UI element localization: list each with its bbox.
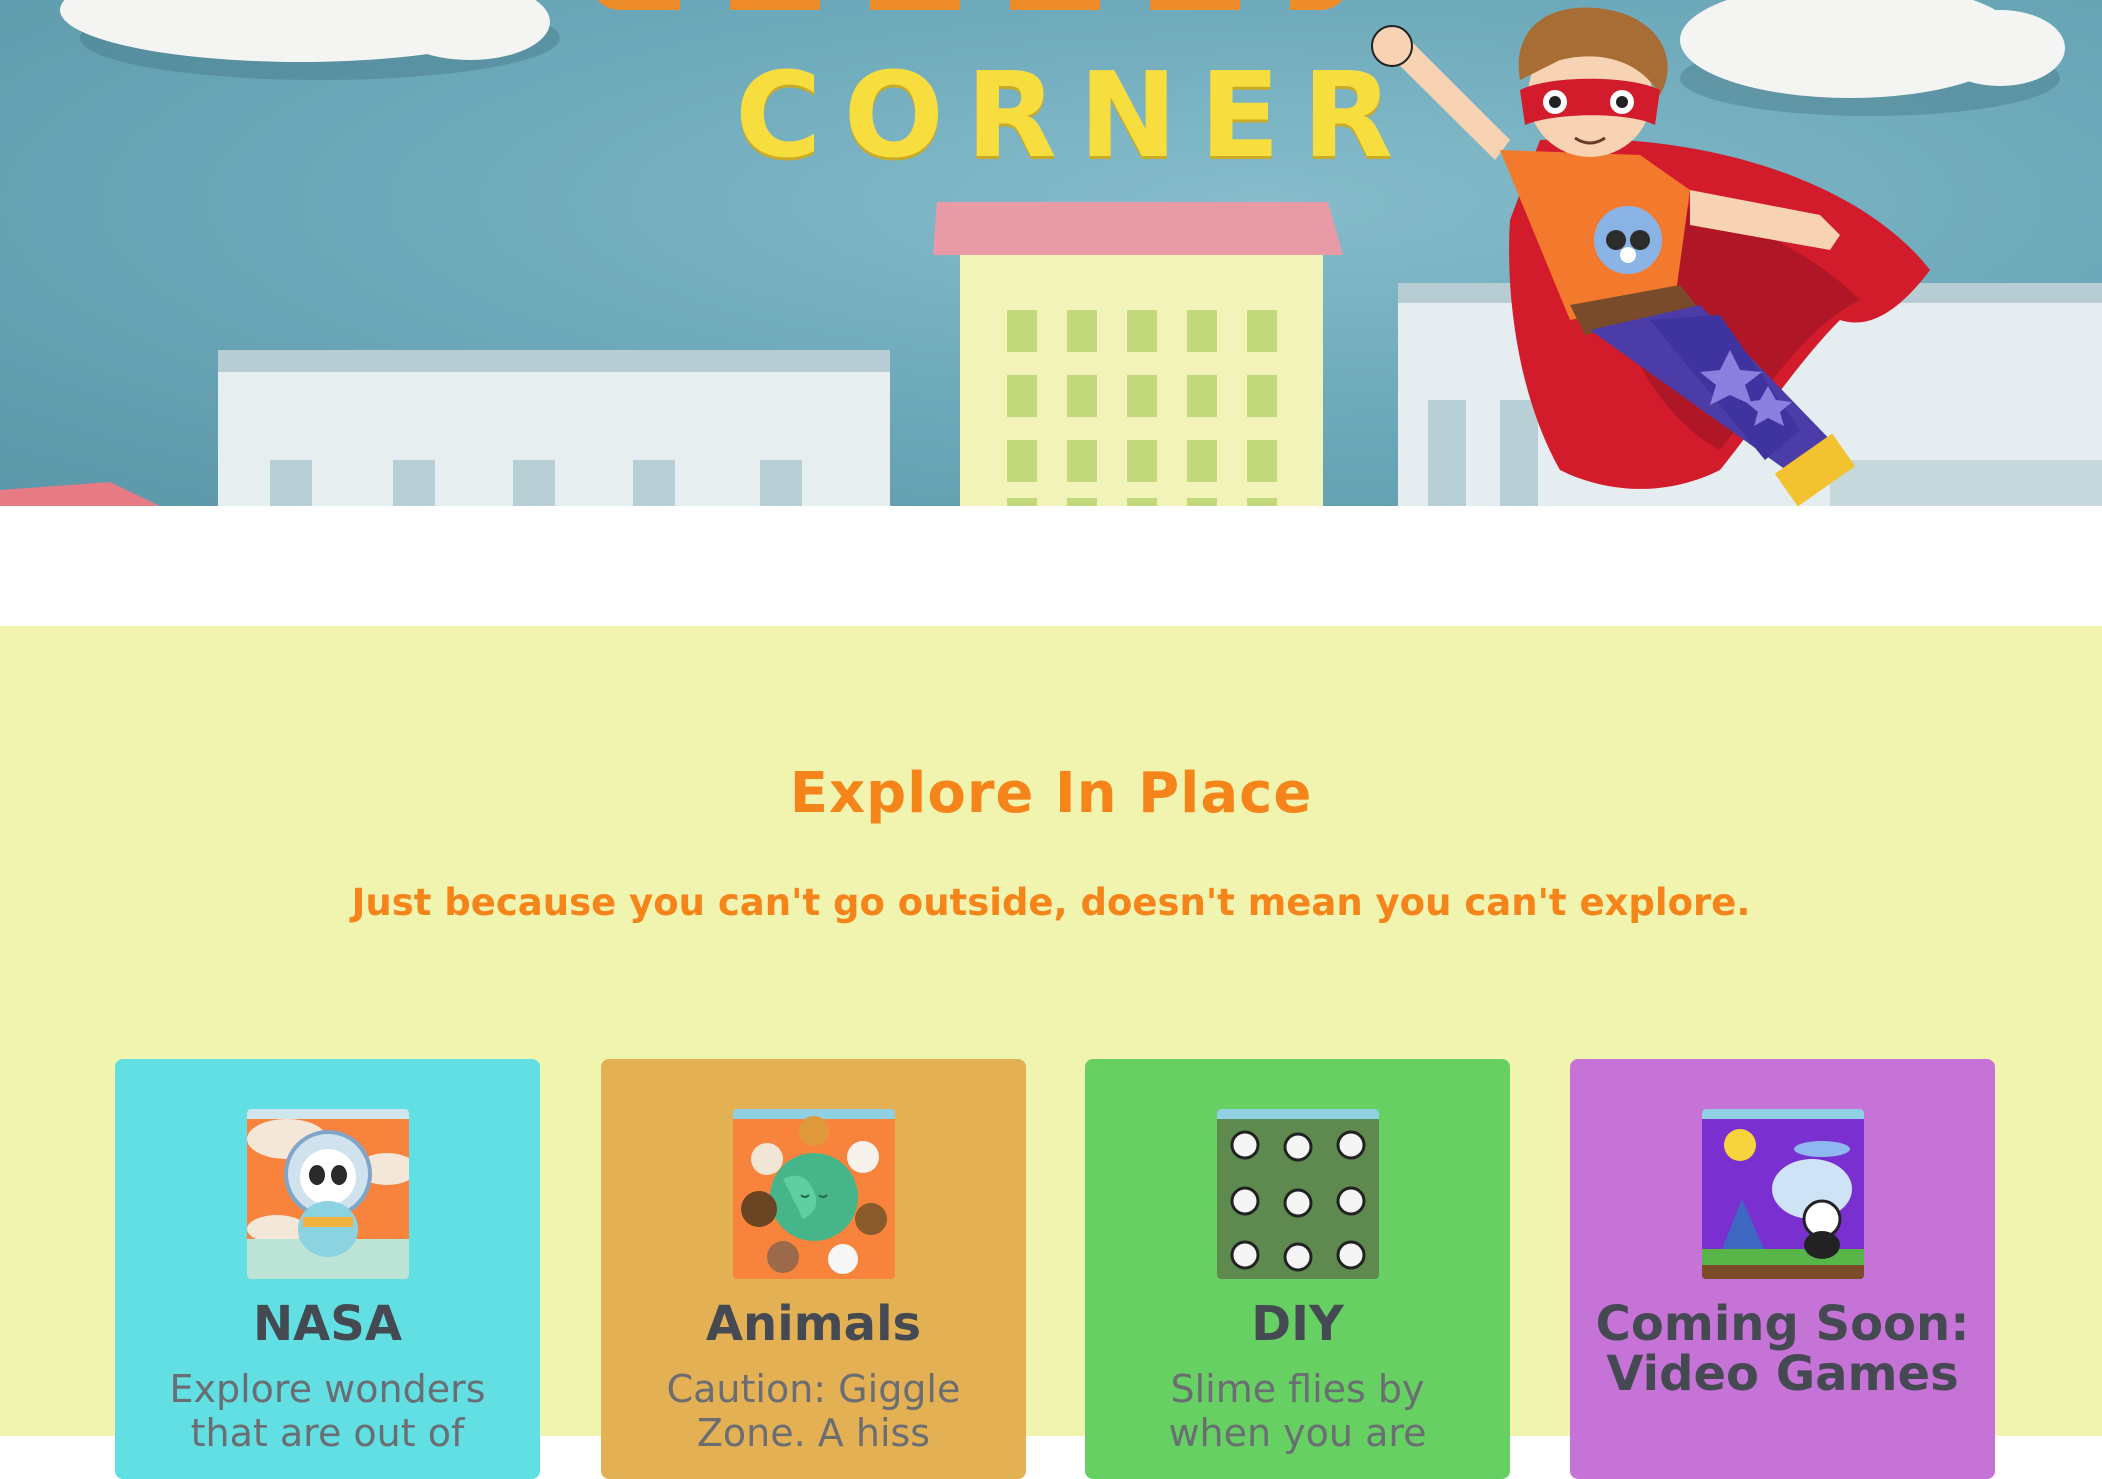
card-video-games[interactable]: Coming Soon: Video Games [1570,1059,1995,1479]
cloud-left-icon [60,0,560,80]
card-title: DIY [1251,1296,1344,1352]
section-heading: Explore In Place [789,761,1313,826]
card-title: Coming Soon: Video Games [1595,1296,1970,1402]
animals-globe-icon [733,1109,895,1279]
hero-title-top-cutoff [590,0,1350,10]
roof-corner-icon [0,482,160,506]
card-description: Caution: Giggle Zone. A hiss [666,1367,961,1455]
hero-banner: CORNER [0,0,2102,506]
building-center-icon [933,202,1343,506]
panda-grid-icon [1217,1109,1379,1279]
card-title: Animals [705,1296,922,1352]
section-subheading: Just because you can't go outside, doesn… [351,881,1751,924]
card-description: Slime flies by when you are [1168,1367,1427,1455]
card-animals[interactable]: Animals Caution: Giggle Zone. A hiss [601,1059,1026,1479]
hero-title: CORNER [735,46,1415,184]
explore-section: Explore In Place Just because you can't … [0,626,2102,1479]
card-description: Explore wonders that are out of [169,1367,486,1455]
panda-astronaut-icon [247,1109,409,1279]
video-game-panda-icon [1702,1109,1864,1279]
cloud-right-icon [1680,0,2065,116]
card-diy[interactable]: DIY Slime flies by when you are [1085,1059,1510,1479]
card-title: NASA [252,1296,403,1352]
white-spacer [0,506,2102,626]
card-nasa[interactable]: NASA Explore wonders that are out of [115,1059,540,1479]
building-left-icon [218,350,890,506]
